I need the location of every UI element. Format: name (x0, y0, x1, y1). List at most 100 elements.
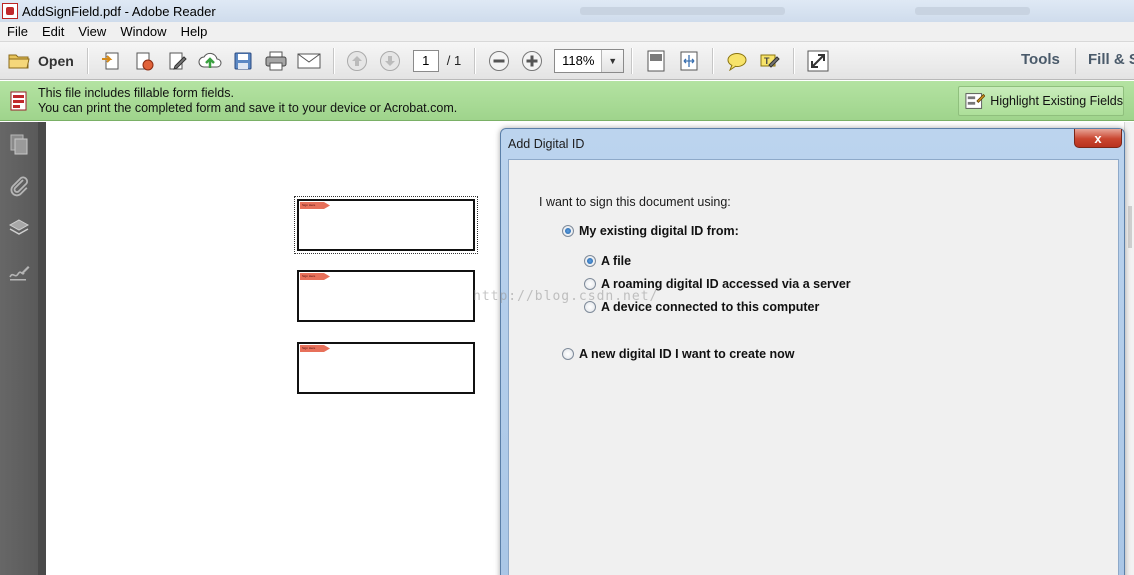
toolbar-separator (1075, 48, 1076, 74)
toolbar-separator (86, 47, 88, 74)
fit-page-button[interactable] (642, 47, 670, 75)
page-total-label: / 1 (446, 53, 462, 68)
forms-notification-bar: This file includes fillable form fields.… (0, 81, 1134, 121)
page-thumbnails-icon (10, 134, 28, 155)
expand-arrows-icon (807, 50, 829, 71)
adobe-reader-app-icon (2, 3, 18, 19)
radio-button[interactable] (562, 225, 574, 237)
radio-label: A file (601, 254, 632, 268)
signature-field-3[interactable]: Sign Here (297, 342, 475, 394)
printer-icon (265, 51, 287, 70)
tools-pane-button[interactable]: Tools (1021, 51, 1060, 68)
save-disk-icon (234, 52, 252, 69)
comment-button[interactable] (723, 47, 751, 75)
notification-line-2: You can print the completed form and sav… (38, 101, 458, 115)
page-thumbnails-button[interactable] (7, 132, 31, 156)
menu-window[interactable]: Window (113, 24, 173, 39)
signature-field-1[interactable]: Sign Here (294, 196, 478, 254)
pdf-page: Sign Here Sign Here Sign Here (46, 122, 501, 575)
minus-circle-icon (488, 50, 509, 71)
zoom-out-button[interactable] (485, 47, 513, 75)
notification-line-1: This file includes fillable form fields. (38, 86, 234, 100)
document-scrollbar[interactable] (1124, 122, 1134, 575)
page-number-input[interactable]: 1 (412, 49, 439, 72)
highlighter-pen-icon: T (760, 54, 780, 68)
menu-view[interactable]: View (71, 24, 113, 39)
zoom-in-button[interactable] (518, 47, 546, 75)
fit-width-button[interactable] (675, 47, 703, 75)
layers-icon (8, 219, 30, 235)
zoom-value: 118% (562, 53, 595, 68)
radio-button[interactable] (584, 255, 596, 267)
previous-page-button[interactable] (343, 47, 371, 75)
arrow-down-circle-icon (380, 50, 401, 71)
arrow-up-circle-icon (347, 50, 368, 71)
dialog-prompt: I want to sign this document using: (539, 195, 731, 209)
sign-here-flag: Sign Here (300, 202, 330, 209)
toolbar-separator (474, 47, 476, 74)
scrollbar-thumb[interactable] (1128, 206, 1132, 248)
create-pdf-icon (102, 52, 119, 69)
chevron-down-icon[interactable]: ▼ (601, 49, 624, 72)
folder-icon (8, 54, 30, 68)
signature-pen-icon (9, 266, 30, 281)
toolbar-separator (332, 47, 334, 74)
dialog-title: Add Digital ID (508, 137, 585, 151)
attachments-button[interactable] (7, 174, 31, 198)
dialog-close-button[interactable]: x (1074, 129, 1122, 148)
layers-button[interactable] (7, 216, 31, 240)
sign-here-flag: Sign Here (300, 273, 330, 280)
dialog-body: I want to sign this document using: My e… (508, 159, 1119, 575)
toolbar-separator (793, 47, 795, 74)
radio-new-digital-id[interactable]: A new digital ID I want to create now (562, 347, 795, 361)
plus-circle-icon (521, 50, 542, 71)
envelope-icon (297, 53, 321, 68)
fill-sign-pane-button[interactable]: Fill & S (1088, 51, 1134, 68)
radio-a-file[interactable]: A file (584, 254, 631, 268)
menu-file[interactable]: File (0, 24, 35, 39)
combine-files-icon (136, 52, 154, 70)
upload-cloud-button[interactable] (196, 47, 224, 75)
create-pdf-button[interactable] (97, 47, 125, 75)
panel-gutter (38, 122, 46, 575)
menu-bar: File Edit View Window Help (0, 22, 1134, 42)
highlight-button-label: Highlight Existing Fields (990, 94, 1123, 108)
open-label: Open (38, 52, 74, 69)
fit-width-icon (680, 51, 698, 70)
highlight-existing-fields-button[interactable]: Highlight Existing Fields (958, 86, 1124, 116)
blurred-title-region (580, 7, 785, 15)
toolbar-separator (712, 47, 714, 74)
full-screen-button[interactable] (804, 47, 832, 75)
radio-label: My existing digital ID from: (579, 224, 739, 238)
save-button[interactable] (229, 47, 257, 75)
form-fields-icon (10, 91, 27, 111)
edit-document-icon (169, 52, 187, 70)
highlight-fields-icon (965, 93, 986, 109)
radio-existing-digital-id[interactable]: My existing digital ID from: (562, 224, 739, 238)
menu-edit[interactable]: Edit (35, 24, 71, 39)
navigation-panel (0, 122, 38, 575)
next-page-button[interactable] (376, 47, 404, 75)
add-digital-id-dialog: Add Digital ID x I want to sign this doc… (500, 128, 1125, 575)
main-toolbar: Open 1 / 1 118% ▼ T Tools Fill & S (0, 42, 1134, 80)
radio-label: A new digital ID I want to create now (579, 347, 795, 361)
zoom-level-select[interactable]: 118% ▼ (554, 48, 625, 73)
blurred-title-region (915, 7, 1030, 15)
signatures-button[interactable] (7, 260, 31, 284)
fit-page-icon (647, 50, 665, 71)
highlight-text-button[interactable]: T (756, 47, 784, 75)
email-button[interactable] (295, 47, 323, 75)
close-icon: x (1094, 130, 1102, 146)
edit-pdf-button[interactable] (163, 47, 191, 75)
title-bar: AddSignField.pdf - Adobe Reader (0, 0, 1134, 22)
window-title: AddSignField.pdf - Adobe Reader (22, 3, 216, 19)
sign-here-flag: Sign Here (300, 345, 330, 352)
open-button[interactable]: Open (8, 52, 74, 70)
paperclip-icon (10, 176, 28, 197)
signature-field-2[interactable]: Sign Here (297, 270, 475, 322)
radio-button[interactable] (562, 348, 574, 360)
menu-help[interactable]: Help (174, 24, 215, 39)
print-button[interactable] (262, 47, 290, 75)
toolbar-separator (631, 47, 633, 74)
combine-files-button[interactable] (130, 47, 158, 75)
